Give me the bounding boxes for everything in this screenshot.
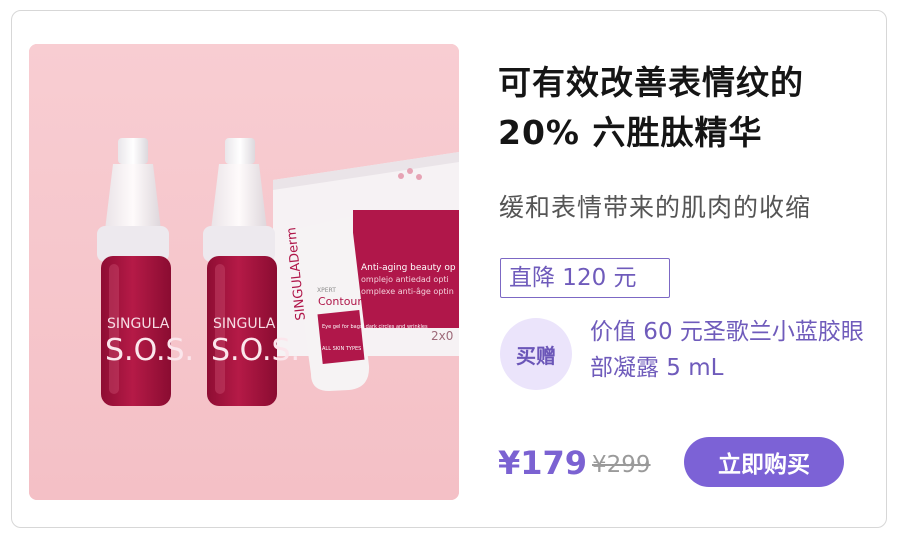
discount-tag: 直降 120 元 (500, 258, 670, 298)
vial-label: S.O.S. (211, 333, 300, 368)
vial-label: S.O.S. (105, 333, 194, 368)
box-size-text: 2x0 (431, 329, 453, 343)
box-text-1: Anti-aging beauty op (361, 263, 456, 273)
box-text-2: omplejo antiedad opti (361, 275, 449, 284)
product-title: 可有效改善表情纹的 20% 六胜肽精华 (498, 63, 804, 152)
sale-price: ¥179 (498, 444, 588, 482)
vial-brand: SINGULA (213, 316, 276, 332)
tube-line: XPERT (317, 287, 336, 294)
original-price: ¥299 (592, 452, 651, 478)
tube-skin: ALL SKIN TYPES (322, 346, 361, 352)
vial-brand: SINGULA (107, 316, 170, 332)
product-photo: Anti-aging beauty op omplejo antiedad op… (29, 44, 459, 500)
gift-description: 价值 60 元圣歌兰小蓝胶眼部凝露 5 mL (590, 319, 864, 381)
buy-now-button[interactable]: 立即购买 (684, 437, 844, 487)
tube-product: Contour (318, 295, 362, 308)
tube-desc: Eye gel for bags, dark circles and wrink… (322, 324, 428, 330)
box-text-3: omplexe anti-âge optin (361, 287, 454, 296)
gift-badge: 买赠 (500, 318, 572, 390)
product-subtitle: 缓和表情带来的肌肉的收缩 (499, 193, 812, 222)
